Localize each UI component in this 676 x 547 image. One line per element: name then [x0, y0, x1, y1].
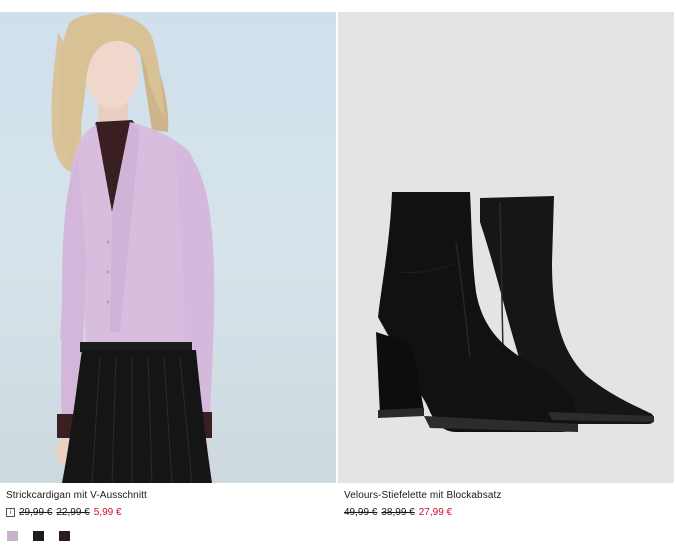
product-name[interactable]: Velours-Stiefelette mit Blockabsatz: [338, 490, 674, 501]
product-card-cardigan[interactable]: Strickcardigan mit V-Ausschnitt i 29,99 …: [0, 12, 336, 518]
color-swatch-lilac[interactable]: [7, 531, 18, 541]
price-row: 49,99 € 38,99 € 27,99 €: [338, 507, 674, 518]
info-icon[interactable]: i: [6, 508, 15, 517]
sale-price: 27,99 €: [418, 507, 453, 518]
previous-price: 38,99 €: [381, 507, 415, 518]
model-photo-illustration: [51, 13, 215, 483]
original-price: 29,99 €: [19, 507, 53, 518]
sale-price: 5,99 €: [93, 507, 122, 518]
boots-photo-illustration: [376, 192, 655, 432]
product-name[interactable]: Strickcardigan mit V-Ausschnitt: [0, 490, 336, 501]
color-swatch-black[interactable]: [33, 531, 44, 541]
previous-price: 22,99 €: [56, 507, 90, 518]
product-image-cardigan[interactable]: [0, 12, 336, 483]
color-swatch-brown[interactable]: [59, 531, 70, 541]
color-swatches: [7, 531, 70, 541]
original-price: 49,99 €: [344, 507, 378, 518]
price-row: i 29,99 € 22,99 € 5,99 €: [0, 507, 336, 518]
product-card-boots[interactable]: Velours-Stiefelette mit Blockabsatz 49,9…: [338, 12, 674, 518]
product-image-boots[interactable]: [338, 12, 674, 483]
